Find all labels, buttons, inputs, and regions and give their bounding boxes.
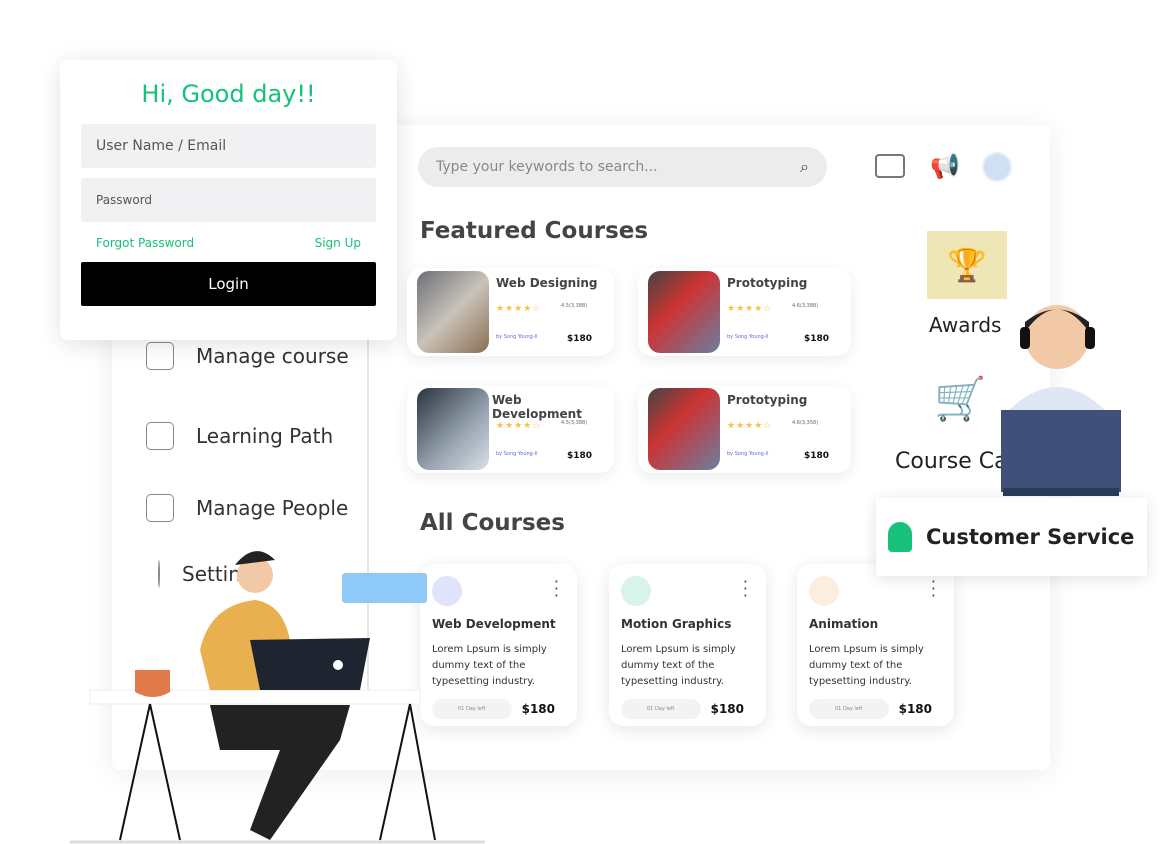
featured-courses-title: Featured Courses xyxy=(420,218,649,244)
price: $180 xyxy=(566,451,592,461)
price: $180 xyxy=(803,334,829,344)
featured-course-card[interactable]: Prototyping ★★★★☆ 4.6(3,388) by Song Young-… xyxy=(638,268,851,356)
featured-course-card[interactable]: Web Designing ★★★★☆ 4.5(3,388) by Song Youn… xyxy=(407,268,614,356)
price: $180 xyxy=(710,702,744,716)
course-cart-label[interactable]: Course Cart xyxy=(895,449,1005,474)
trophy-icon: 🏆 xyxy=(927,231,1007,299)
monitor-icon xyxy=(621,576,651,606)
search-input[interactable]: Type your keywords to search... ⌕ xyxy=(418,147,827,187)
author: by Song Young-Il xyxy=(496,451,538,457)
sign-up-link[interactable]: Sign Up xyxy=(315,236,361,250)
password-input[interactable]: Password xyxy=(81,178,376,222)
author: by Song Young-Il xyxy=(727,451,769,457)
search-placeholder: Type your keywords to search... xyxy=(436,159,658,175)
course-description: Lorem Lpsum is simply dummy text of the … xyxy=(809,644,924,687)
price: $180 xyxy=(521,702,555,716)
course-card[interactable]: · · · Motion Graphics Lorem Lpsum is simply … xyxy=(609,564,766,726)
support-agent-illustration xyxy=(1001,305,1121,496)
forgot-password-link[interactable]: Forgot Password xyxy=(96,236,194,250)
sidebar-item-label: Learning Path xyxy=(196,424,334,448)
star-rating: ★★★★☆ xyxy=(727,421,773,431)
featured-course-card[interactable]: Prototyping ★★★★☆ 4.6(3,358) by Song Young-… xyxy=(638,385,851,473)
course-description: Lorem Lpsum is simply dummy text of the … xyxy=(621,644,736,687)
film-icon xyxy=(809,576,839,606)
days-left: 01 Day left xyxy=(621,699,701,719)
course-title: Prototyping xyxy=(727,393,808,407)
megaphone-icon[interactable]: 📢 xyxy=(930,152,960,180)
price: $180 xyxy=(803,451,829,461)
graduate-icon xyxy=(146,422,174,450)
course-title: Prototyping xyxy=(727,276,808,290)
customer-service-label: Customer Service xyxy=(926,525,1135,549)
login-button[interactable]: Login xyxy=(81,262,376,306)
customer-service-card[interactable]: Customer Service xyxy=(876,498,1147,576)
featured-course-card[interactable]: Web Development ★★★★☆ 4.5(3,388) by Song Yo… xyxy=(407,385,614,473)
course-image xyxy=(648,271,720,353)
avatar[interactable] xyxy=(982,152,1012,182)
author: by Song Young-Il xyxy=(727,334,769,340)
course-title: Web Designing xyxy=(496,276,598,290)
sidebar-item-label: Manage course xyxy=(196,344,349,368)
star-rating: ★★★★☆ xyxy=(496,304,542,314)
more-menu-icon[interactable]: · · · xyxy=(743,574,748,604)
username-input[interactable]: User Name / Email xyxy=(81,124,376,168)
star-rating: ★★★★☆ xyxy=(496,421,542,431)
course-image xyxy=(417,388,489,470)
student-illustration xyxy=(70,551,485,844)
course-title: Animation xyxy=(809,617,879,631)
greeting: Hi, Good day!! xyxy=(141,80,316,108)
people-gear-icon xyxy=(146,494,174,522)
awards-label[interactable]: Awards xyxy=(929,313,1001,337)
sidebar-item-manage-course[interactable]: Manage course xyxy=(146,342,349,370)
course-title: Web Development xyxy=(492,393,582,421)
search-icon[interactable]: ⌕ xyxy=(800,157,809,177)
rating-text: 4.6(3,358) xyxy=(792,420,819,426)
price: $180 xyxy=(898,702,932,716)
author: by Song Young-Il xyxy=(496,334,538,340)
course-title: Motion Graphics xyxy=(621,617,732,631)
star-rating: ★★★★☆ xyxy=(727,304,773,314)
more-menu-icon[interactable]: · · · xyxy=(931,574,936,604)
all-courses-title: All Courses xyxy=(420,510,565,536)
rating-text: 4.5(3,388) xyxy=(561,303,588,309)
rating-text: 4.6(3,388) xyxy=(792,303,819,309)
days-left: 01 Day left xyxy=(809,699,889,719)
course-image xyxy=(648,388,720,470)
course-image xyxy=(417,271,489,353)
more-menu-icon[interactable]: · · · xyxy=(554,574,559,604)
login-card: Hi, Good day!! User Name / Email Passwor… xyxy=(60,60,397,340)
rating-text: 4.5(3,388) xyxy=(561,420,588,426)
sidebar-item-manage-people[interactable]: Manage People xyxy=(146,494,348,522)
chat-icon[interactable] xyxy=(875,154,905,178)
headset-icon xyxy=(888,522,912,552)
course-card[interactable]: · · · Animation Lorem Lpsum is simply dummy … xyxy=(797,564,954,726)
sidebar-item-label: Manage People xyxy=(196,496,349,520)
price: $180 xyxy=(566,334,592,344)
cart-icon: 🛒 xyxy=(934,374,987,423)
sidebar-item-learning-path[interactable]: Learning Path xyxy=(146,422,333,450)
book-user-icon xyxy=(146,342,174,370)
